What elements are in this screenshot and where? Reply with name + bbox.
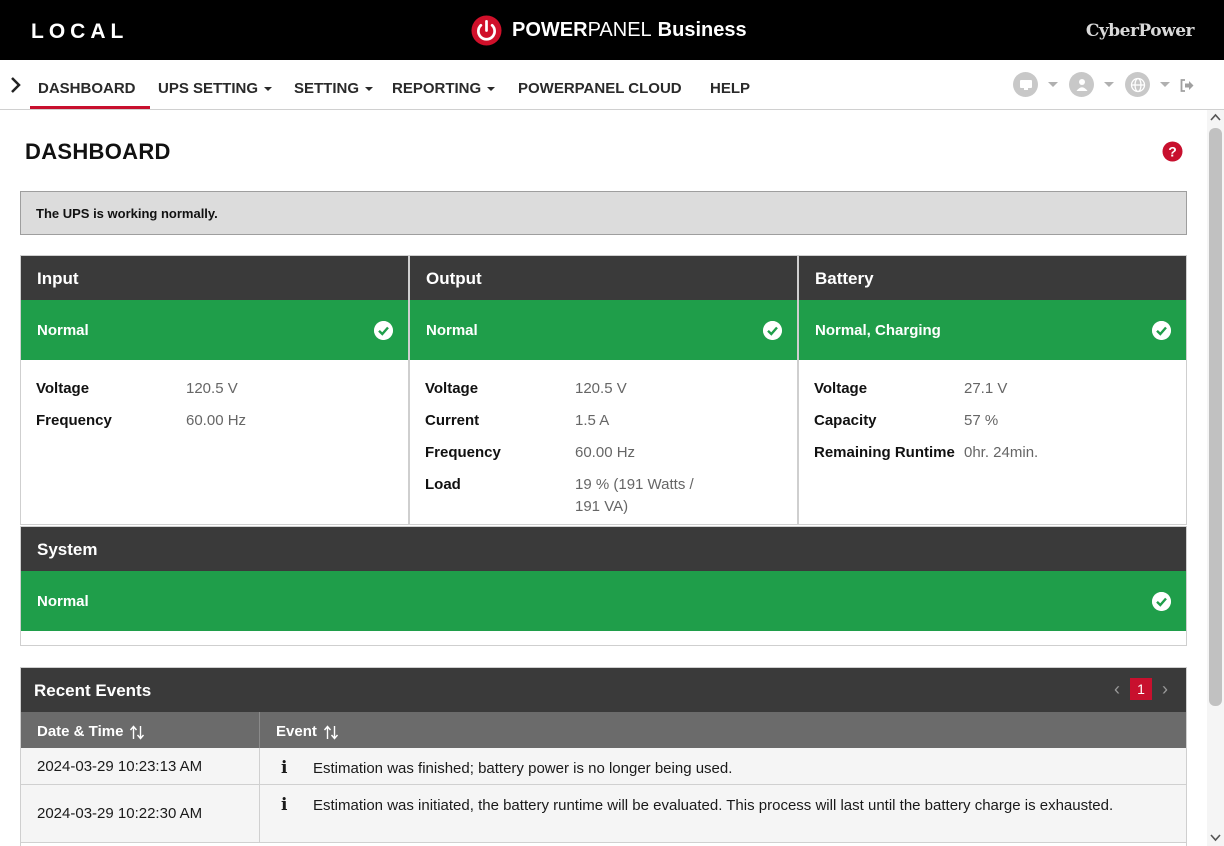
battery-panel: Battery Normal, Charging Voltage 27.1 V C… xyxy=(798,255,1187,525)
output-status-bar: Normal xyxy=(410,300,797,360)
caret-down-icon xyxy=(264,87,273,92)
logout-icon[interactable] xyxy=(1180,79,1194,92)
input-panel-title: Input xyxy=(21,256,408,300)
table-row: 2024-03-29 10:23:13 AM i Estimation was f… xyxy=(21,748,1186,785)
input-readings: Voltage 120.5 V Frequency 60.00 Hz xyxy=(21,360,408,432)
reading-row: Capacity 57 % xyxy=(814,412,999,429)
event-text: Estimation was finished; battery power i… xyxy=(313,760,733,777)
scroll-down-icon[interactable] xyxy=(1210,834,1221,842)
system-panel-title: System xyxy=(21,527,1186,571)
mode-label: LOCAL xyxy=(31,20,129,43)
event-datetime: 2024-03-29 10:23:13 AM xyxy=(21,748,260,784)
user-icon xyxy=(1069,72,1094,97)
chevron-right-icon[interactable]: › xyxy=(1162,679,1168,700)
reading-row: Voltage 120.5 V xyxy=(425,380,627,397)
brand-business: Business xyxy=(657,18,747,41)
info-icon: i xyxy=(281,795,288,815)
sort-icon xyxy=(130,724,145,740)
output-status: Normal xyxy=(426,322,478,339)
output-readings: Voltage 120.5 V Current 1.5 A Frequency 60.… xyxy=(410,360,797,518)
reading-row: Frequency 60.00 Hz xyxy=(425,444,636,461)
caret-down-icon xyxy=(365,87,374,92)
caret-down-icon xyxy=(487,87,496,92)
reading-row: Current 1.5 A xyxy=(425,412,610,429)
output-panel-title: Output xyxy=(410,256,797,300)
event-text: Estimation was initiated, the battery ru… xyxy=(313,797,1114,814)
chevron-right-icon[interactable] xyxy=(8,75,24,95)
top-bar: LOCAL POWER PANEL Business CyberPower xyxy=(0,0,1224,60)
battery-panel-title: Battery xyxy=(799,256,1186,300)
status-banner: The UPS is working normally. xyxy=(20,191,1187,235)
brand-power: POWER xyxy=(512,18,588,41)
check-circle-icon xyxy=(1152,321,1171,340)
chevron-left-icon[interactable]: ‹ xyxy=(1114,679,1120,700)
check-circle-icon xyxy=(763,321,782,340)
event-cell: i Estimation was initiated, the battery r… xyxy=(260,785,1186,842)
nav-powerpanel-cloud[interactable]: POWERPANEL CLOUD xyxy=(518,80,682,97)
event-cell: i Estimation was finished; battery power … xyxy=(260,748,1186,784)
battery-readings: Voltage 27.1 V Capacity 57 % Remaining Run… xyxy=(799,360,1186,464)
help-icon[interactable]: ? xyxy=(1162,141,1183,162)
recent-events-title: Recent Events xyxy=(34,681,152,700)
output-panel: Output Normal Voltage 120.5 V Current 1.5 … xyxy=(409,255,798,525)
input-status-bar: Normal xyxy=(21,300,408,360)
status-message: The UPS is working normally. xyxy=(36,206,218,221)
globe-icon xyxy=(1125,72,1150,97)
system-status-bar: Normal xyxy=(21,571,1186,631)
system-status: Normal xyxy=(37,593,89,610)
page-title: DASHBOARD xyxy=(25,139,171,164)
sort-icon xyxy=(323,724,338,740)
scrollbar-thumb[interactable] xyxy=(1209,128,1222,706)
info-icon: i xyxy=(281,758,288,778)
input-status: Normal xyxy=(37,322,89,339)
recent-events-panel: Recent Events ‹ 1 › Date & Time Event 20… xyxy=(20,667,1187,846)
check-circle-icon xyxy=(1152,592,1171,611)
reading-row: Frequency 60.00 Hz xyxy=(36,412,247,429)
user-menu[interactable] xyxy=(1069,72,1114,97)
nav-help[interactable]: HELP xyxy=(710,80,750,97)
nav-setting[interactable]: SETTING xyxy=(294,80,374,97)
system-panel: System Normal xyxy=(20,526,1187,646)
vendor-logo: CyberPower xyxy=(1085,21,1195,41)
power-icon xyxy=(471,14,502,46)
product-logo: POWER PANEL Business xyxy=(471,14,747,46)
active-tab-indicator xyxy=(30,106,150,109)
scroll-up-icon[interactable] xyxy=(1210,113,1221,121)
battery-status: Normal, Charging xyxy=(815,322,941,339)
battery-status-bar: Normal, Charging xyxy=(799,300,1186,360)
column-event[interactable]: Event xyxy=(260,712,1186,748)
column-datetime[interactable]: Date & Time xyxy=(21,712,260,748)
nav-reporting[interactable]: REPORTING xyxy=(392,80,496,97)
main-nav: DASHBOARD UPS SETTING SETTING REPORTING … xyxy=(0,60,1224,110)
input-panel: Input Normal Voltage 120.5 V Frequency 60.… xyxy=(20,255,409,525)
table-row: 2024-03-29 10:22:30 AM i Estimation was i… xyxy=(21,785,1186,843)
event-datetime: 2024-03-29 10:22:30 AM xyxy=(21,785,260,842)
language-menu[interactable] xyxy=(1125,72,1170,97)
check-circle-icon xyxy=(374,321,393,340)
monitor-menu[interactable] xyxy=(1013,72,1058,97)
brand-panel: PANEL xyxy=(587,18,652,41)
reading-row: Load 19 % (191 Watts / 191 VA) xyxy=(425,476,694,515)
caret-down-icon xyxy=(1104,82,1114,87)
nav-ups-setting[interactable]: UPS SETTING xyxy=(158,80,273,97)
nav-dashboard[interactable]: DASHBOARD xyxy=(38,80,136,97)
caret-down-icon xyxy=(1048,82,1058,87)
reading-row: Remaining Runtime 0hr. 24min. xyxy=(814,444,1039,461)
page-number-button[interactable]: 1 xyxy=(1130,678,1152,700)
pagination: ‹ 1 › xyxy=(1114,678,1168,700)
events-table-header: Date & Time Event xyxy=(21,712,1186,748)
svg-text:?: ? xyxy=(1168,144,1177,160)
monitor-icon xyxy=(1013,72,1038,97)
reading-row: Voltage 120.5 V xyxy=(36,380,238,397)
recent-events-header: Recent Events ‹ 1 › xyxy=(21,668,1186,712)
reading-row: Voltage 27.1 V xyxy=(814,380,1008,397)
caret-down-icon xyxy=(1160,82,1170,87)
